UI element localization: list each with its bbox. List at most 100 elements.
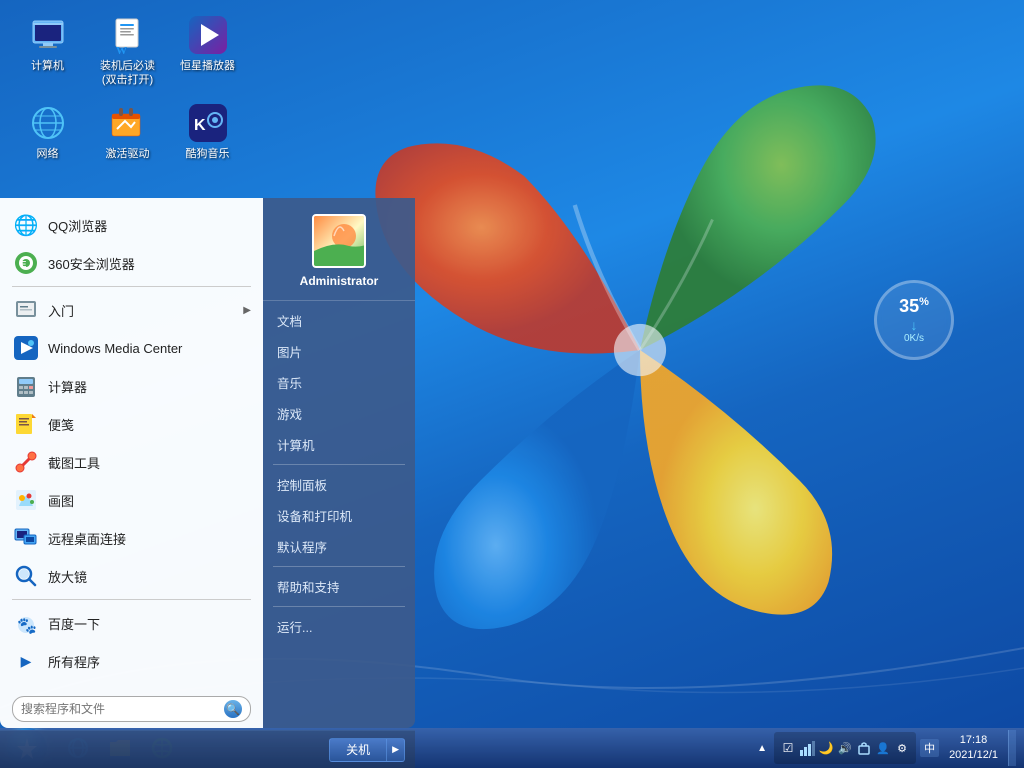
network-icon	[28, 103, 68, 143]
start-menu-item-qq-browser[interactable]: 🌐 QQ浏览器	[0, 206, 263, 244]
desktop-icon-row-1: 计算机 W 装机后必读(双击打开)	[10, 10, 245, 93]
intro-label: 入门	[48, 301, 243, 320]
hengxing-icon	[188, 15, 228, 55]
search-button[interactable]: 🔍	[224, 700, 242, 718]
clock-area[interactable]: 17:18 2021/12/1	[943, 733, 1004, 764]
clock-time: 17:18	[960, 733, 988, 748]
kkdog-icon: K	[188, 103, 228, 143]
start-menu-left-panel: 🌐 QQ浏览器 E 360安全浏览器	[0, 198, 263, 728]
calculator-icon	[12, 372, 40, 400]
sticky-label: 便笺	[48, 415, 251, 434]
tray-volume-icon[interactable]: 🔊	[837, 740, 853, 756]
user-avatar[interactable]	[312, 214, 366, 268]
paint-icon	[12, 486, 40, 514]
desktop-icon-kkdog[interactable]: K 酷狗音乐	[170, 98, 245, 166]
desktop-icon-activate[interactable]: 激活驱动	[90, 98, 165, 166]
intro-icon	[12, 296, 40, 324]
computer-icon	[28, 15, 68, 55]
shutdown-bar: 关机 ▶	[0, 730, 415, 768]
start-menu-item-baidu[interactable]: 🐾 百度一下	[0, 604, 263, 642]
desktop-icon-readme[interactable]: W 装机后必读(双击打开)	[90, 10, 165, 93]
magnifier-label: 放大镜	[48, 567, 251, 586]
start-menu-right-panel: Administrator 文档 图片 音乐 游戏 计算机 控制面板	[263, 198, 415, 728]
remote-label: 远程桌面连接	[48, 529, 251, 548]
tray-moon-icon[interactable]: 🌙	[818, 740, 834, 756]
tray-gear-icon[interactable]: ⚙	[894, 740, 910, 756]
sticky-icon	[12, 410, 40, 438]
snip-icon	[12, 448, 40, 476]
sm-right-div-1	[273, 464, 405, 465]
start-menu-item-magnifier[interactable]: 放大镜	[0, 557, 263, 595]
start-menu-item-360-browser[interactable]: E 360安全浏览器	[0, 244, 263, 282]
tray-network-icon[interactable]	[799, 740, 815, 756]
desktop-icon-kkdog-label: 酷狗音乐	[186, 147, 230, 161]
desktop-icon-computer-label: 计算机	[31, 59, 64, 73]
shutdown-button[interactable]: 关机	[329, 738, 387, 762]
net-arrow-icon: ↓	[911, 317, 918, 333]
tray-network-icon2[interactable]	[856, 740, 872, 756]
start-menu-item-snip[interactable]: 截图工具	[0, 443, 263, 481]
start-menu-right-computer[interactable]: 计算机	[263, 429, 415, 460]
desktop: 计算机 W 装机后必读(双击打开)	[0, 0, 1024, 768]
svg-text:🐾: 🐾	[17, 618, 37, 635]
start-menu-right-documents[interactable]: 文档	[263, 305, 415, 336]
start-menu-right-devices[interactable]: 设备和打印机	[263, 500, 415, 531]
show-desktop-button[interactable]	[1008, 730, 1016, 766]
net-speed-value: 0K/s	[904, 333, 924, 344]
tray-checkbox-icon[interactable]: ☑	[780, 740, 796, 756]
taskbar-right: ▲ ☑ 🌙 🔊	[754, 730, 1024, 766]
baidu-label: 百度一下	[48, 614, 251, 633]
start-menu-right-control-panel[interactable]: 控制面板	[263, 469, 415, 500]
lang-button[interactable]: 中	[920, 739, 939, 757]
start-menu-right-default-programs[interactable]: 默认程序	[263, 531, 415, 562]
search-input[interactable]	[21, 702, 224, 716]
start-menu-search-area: 🔍	[0, 690, 263, 728]
start-menu-item-media-center[interactable]: Windows Media Center	[0, 329, 263, 367]
search-box[interactable]: 🔍	[12, 696, 251, 722]
desktop-icon-network[interactable]: 网络	[10, 98, 85, 166]
360-browser-icon: E	[12, 249, 40, 277]
start-menu-programs-list: 🌐 QQ浏览器 E 360安全浏览器	[0, 198, 263, 690]
net-speed-widget: 35% ↓ 0K/s	[874, 280, 954, 360]
start-menu-item-paint[interactable]: 画图	[0, 481, 263, 519]
start-menu-item-all-programs[interactable]: ▶ 所有程序	[0, 642, 263, 680]
all-programs-icon: ▶	[12, 647, 40, 675]
sm-divider-1	[12, 286, 251, 287]
start-menu-item-sticky[interactable]: 便笺	[0, 405, 263, 443]
start-menu-item-intro[interactable]: 入门 ▶	[0, 291, 263, 329]
sm-right-div-3	[273, 606, 405, 607]
desktop-icon-row-2: 网络 激活驱动 K	[10, 98, 245, 166]
start-menu-right-music[interactable]: 音乐	[263, 367, 415, 398]
start-menu-right-help[interactable]: 帮助和支持	[263, 571, 415, 602]
start-menu: 🌐 QQ浏览器 E 360安全浏览器	[0, 198, 415, 728]
media-center-label: Windows Media Center	[48, 341, 251, 356]
start-menu-right-games[interactable]: 游戏	[263, 398, 415, 429]
shutdown-arrow-button[interactable]: ▶	[387, 738, 405, 762]
start-menu-item-calculator[interactable]: 计算器	[0, 367, 263, 405]
desktop-icon-hengxing[interactable]: 恒星播放器	[170, 10, 245, 93]
net-percent-value: 35%	[899, 296, 929, 317]
desktop-icon-computer[interactable]: 计算机	[10, 10, 85, 93]
360-browser-label: 360安全浏览器	[48, 254, 251, 273]
svg-text:W: W	[116, 45, 127, 54]
start-menu-right-pictures[interactable]: 图片	[263, 336, 415, 367]
svg-text:K: K	[194, 117, 206, 134]
sm-right-div-2	[273, 566, 405, 567]
activate-icon	[108, 103, 148, 143]
desktop-icon-network-label: 网络	[37, 147, 59, 161]
tray-user-icon[interactable]: 👤	[875, 740, 891, 756]
desktop-icon-readme-label: 装机后必读(双击打开)	[95, 59, 160, 88]
baidu-icon: 🐾	[12, 609, 40, 637]
system-tray: ☑ 🌙 🔊 �	[774, 732, 916, 764]
desktop-icons-container: 计算机 W 装机后必读(双击打开)	[10, 10, 245, 171]
paint-label: 画图	[48, 491, 251, 510]
magnifier-icon	[12, 562, 40, 590]
start-menu-item-remote[interactable]: 远程桌面连接	[0, 519, 263, 557]
start-menu-right-run[interactable]: 运行...	[263, 611, 415, 642]
qq-browser-icon: 🌐	[12, 211, 40, 239]
start-menu-user-area: Administrator	[263, 206, 415, 301]
tray-expand-button[interactable]: ▲	[754, 740, 770, 756]
desktop-icon-activate-label: 激活驱动	[106, 147, 150, 161]
calculator-label: 计算器	[48, 377, 251, 396]
user-name: Administrator	[300, 274, 379, 288]
